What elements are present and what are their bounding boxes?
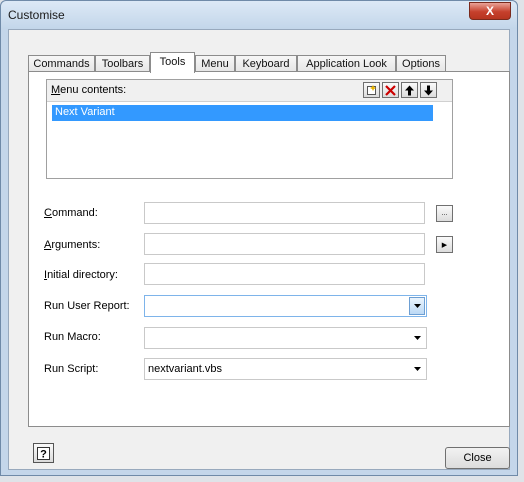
tools-tab-panel: Menu contents: Next Variant Command: ...…	[28, 71, 510, 427]
tab-application-look[interactable]: Application Look	[297, 55, 396, 72]
run-macro-label: Run Macro:	[44, 331, 101, 343]
initial-directory-label: Initial directory:	[44, 269, 118, 281]
menu-contents-label: Menu contents:	[51, 84, 127, 96]
svg-text:?: ?	[40, 448, 47, 460]
initial-directory-field[interactable]	[144, 263, 425, 285]
chevron-down-icon[interactable]	[409, 360, 425, 378]
ellipsis-icon: ...	[441, 210, 448, 217]
tab-options[interactable]: Options	[396, 55, 446, 72]
menu-contents-header: Menu contents:	[47, 80, 452, 102]
tab-toolbars[interactable]: Toolbars	[95, 55, 150, 72]
run-script-value: nextvariant.vbs	[148, 363, 222, 375]
arguments-field[interactable]	[144, 233, 425, 255]
move-up-icon	[405, 85, 414, 95]
new-icon	[367, 84, 376, 95]
close-button[interactable]: Close	[445, 447, 510, 469]
move-up-button[interactable]	[401, 82, 418, 98]
chevron-down-icon[interactable]	[409, 329, 425, 347]
delete-icon	[385, 84, 396, 96]
tab-commands[interactable]: Commands	[28, 55, 95, 72]
command-field[interactable]	[144, 202, 425, 224]
run-script-select[interactable]: nextvariant.vbs	[144, 358, 427, 380]
help-icon: ?	[37, 446, 50, 460]
arguments-menu-button[interactable]: ▶	[436, 236, 453, 253]
run-user-report-select[interactable]	[144, 295, 427, 317]
chevron-down-icon[interactable]	[409, 297, 425, 315]
arguments-label: Arguments:	[44, 239, 101, 251]
run-user-report-label: Run User Report:	[44, 300, 130, 312]
close-icon: X	[485, 4, 494, 18]
list-item[interactable]: Next Variant	[52, 105, 433, 121]
run-macro-select[interactable]	[144, 327, 427, 349]
title-bar[interactable]: Customise X	[1, 1, 517, 29]
tab-keyboard[interactable]: Keyboard	[235, 55, 297, 72]
move-down-icon	[424, 85, 433, 95]
right-arrow-icon: ▶	[441, 241, 448, 249]
delete-item-button[interactable]	[382, 82, 399, 98]
help-button[interactable]: ?	[33, 443, 54, 463]
window-title: Customise	[8, 8, 65, 22]
run-script-label: Run Script:	[44, 363, 99, 375]
menu-contents-list[interactable]: Menu contents: Next Variant	[46, 79, 453, 179]
command-label: Command:	[44, 207, 98, 219]
command-browse-button[interactable]: ...	[436, 205, 453, 222]
new-item-button[interactable]	[363, 82, 380, 98]
move-down-button[interactable]	[420, 82, 437, 98]
dialog-client-area: Commands Toolbars Tools Menu Keyboard Ap…	[8, 29, 510, 470]
window-close-button[interactable]: X	[469, 2, 511, 20]
tab-menu[interactable]: Menu	[195, 55, 235, 72]
tab-tools[interactable]: Tools	[150, 52, 195, 73]
customise-dialog: Customise X Commands Toolbars Tools Menu…	[0, 0, 518, 476]
